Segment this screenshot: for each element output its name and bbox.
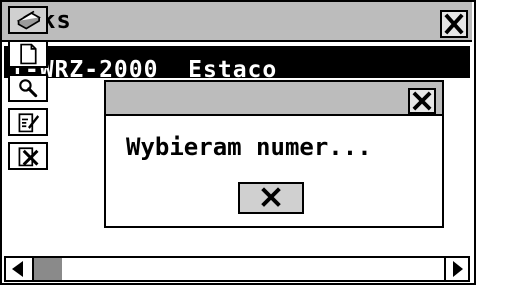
- list-item-label: 1-WRZ-2000 Estaco: [10, 58, 278, 78]
- printer-icon: [16, 10, 41, 30]
- close-icon: [412, 91, 432, 111]
- dialog-close-button[interactable]: [408, 88, 436, 114]
- horizontal-scrollbar[interactable]: [4, 256, 470, 282]
- close-icon: [261, 187, 281, 207]
- print-button[interactable]: [8, 6, 48, 34]
- scroll-right-button[interactable]: [444, 256, 470, 282]
- window-close-button[interactable]: [440, 10, 468, 38]
- delete-icon: [18, 147, 39, 167]
- new-button[interactable]: [8, 40, 48, 68]
- edit-icon: [18, 113, 40, 133]
- edit-button[interactable]: [8, 108, 48, 136]
- arrow-right-icon: [453, 261, 463, 277]
- dialog-title-bar: [106, 82, 442, 116]
- scroll-left-button[interactable]: [4, 256, 34, 282]
- arrow-left-icon: [12, 261, 23, 277]
- cancel-button[interactable]: [238, 182, 304, 214]
- new-document-icon: [20, 43, 37, 65]
- search-button[interactable]: [8, 74, 48, 102]
- delete-button[interactable]: [8, 142, 48, 170]
- title-bar: [2, 2, 472, 42]
- dialog-message: Wybieram numer...: [126, 133, 372, 161]
- close-icon: [444, 13, 464, 35]
- toolbar: [474, 0, 532, 285]
- search-icon: [19, 79, 38, 98]
- scrollbar-thumb[interactable]: [34, 258, 62, 280]
